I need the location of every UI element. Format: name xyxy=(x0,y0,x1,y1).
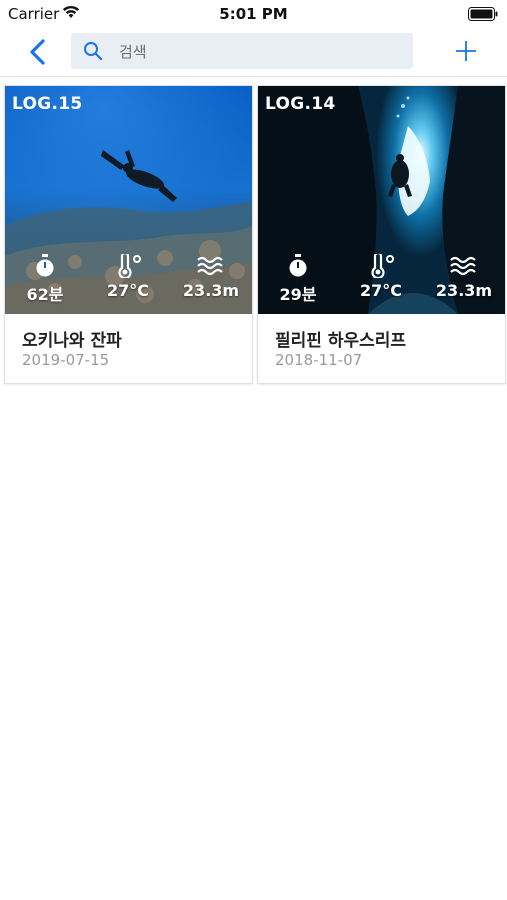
thermometer-icon xyxy=(371,254,394,278)
dive-photo: LOG.15 62분 27°C 23.3m xyxy=(5,86,252,314)
status-bar: Carrier 5:01 PM xyxy=(0,0,507,28)
back-chevron-icon[interactable] xyxy=(26,38,50,66)
log-number: LOG.14 xyxy=(265,94,336,114)
duration-stat: 29분 xyxy=(258,254,338,305)
dive-stats: 62분 27°C 23.3m xyxy=(5,254,252,306)
waves-icon xyxy=(450,256,476,276)
dive-stats: 29분 27°C 23.3m xyxy=(258,254,505,306)
thermometer-icon xyxy=(118,254,141,278)
dive-log-card[interactable]: LOG.14 29분 27°C 23.3m 필리핀 하우스리프 2018-11-… xyxy=(257,85,506,384)
battery-icon xyxy=(468,7,498,21)
temperature-value: 27°C xyxy=(106,281,149,300)
nav-bar xyxy=(0,28,507,77)
dive-log-card[interactable]: LOG.15 62분 27°C 23.3m 오키나와 잔파 2019-07-15 xyxy=(4,85,253,384)
duration-value: 62분 xyxy=(26,285,64,304)
depth-stat: 23.3m xyxy=(424,254,504,300)
depth-value: 23.3m xyxy=(435,281,493,300)
depth-stat: 23.3m xyxy=(171,254,251,300)
search-input[interactable] xyxy=(117,33,401,71)
stopwatch-icon xyxy=(36,254,54,277)
dive-site-title: 필리핀 하우스리프 xyxy=(275,331,407,351)
temperature-value: 27°C xyxy=(359,281,402,300)
log-number: LOG.15 xyxy=(12,94,83,114)
add-icon[interactable] xyxy=(455,40,477,62)
duration-stat: 62분 xyxy=(5,254,85,305)
dive-photo: LOG.14 29분 27°C 23.3m xyxy=(258,86,505,314)
temperature-stat: 27°C xyxy=(341,254,421,300)
dive-date: 2018-11-07 xyxy=(275,351,363,369)
waves-icon xyxy=(197,256,223,276)
dive-site-title: 오키나와 잔파 xyxy=(22,331,122,351)
depth-value: 23.3m xyxy=(182,281,240,300)
dive-date: 2019-07-15 xyxy=(22,351,110,369)
search-icon xyxy=(84,42,103,61)
search-bar[interactable] xyxy=(71,33,413,71)
stopwatch-icon xyxy=(289,254,307,277)
status-time: 5:01 PM xyxy=(219,5,288,23)
duration-value: 29분 xyxy=(279,285,317,304)
temperature-stat: 27°C xyxy=(88,254,168,300)
